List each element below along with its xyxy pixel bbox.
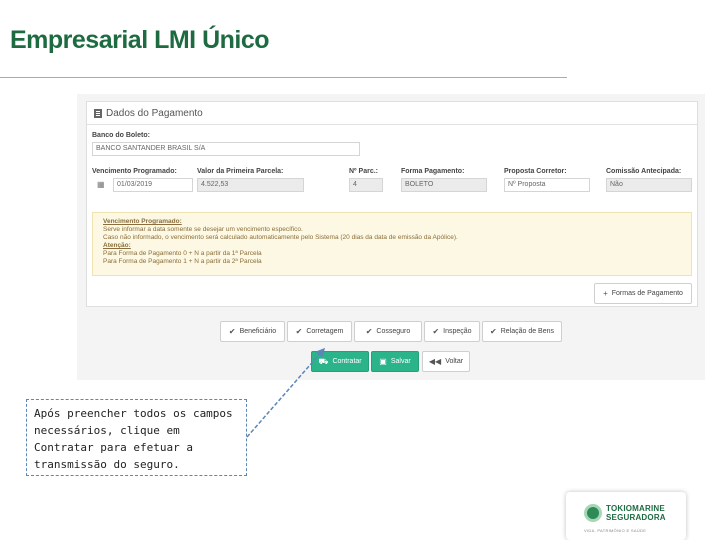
logo-mark-icon [584, 504, 602, 522]
logo-tagline: VIDA, PATRIMÔNIO E SAÚDE [584, 528, 647, 533]
instruction-callout: Após preencher todos os campos necessári… [26, 399, 247, 476]
tokiomarine-logo: TOKIOMARINE SEGURADORA VIDA, PATRIMÔNIO … [566, 492, 686, 540]
logo-line1: TOKIOMARINE [606, 504, 665, 513]
logo-line2: SEGURADORA [606, 513, 666, 522]
